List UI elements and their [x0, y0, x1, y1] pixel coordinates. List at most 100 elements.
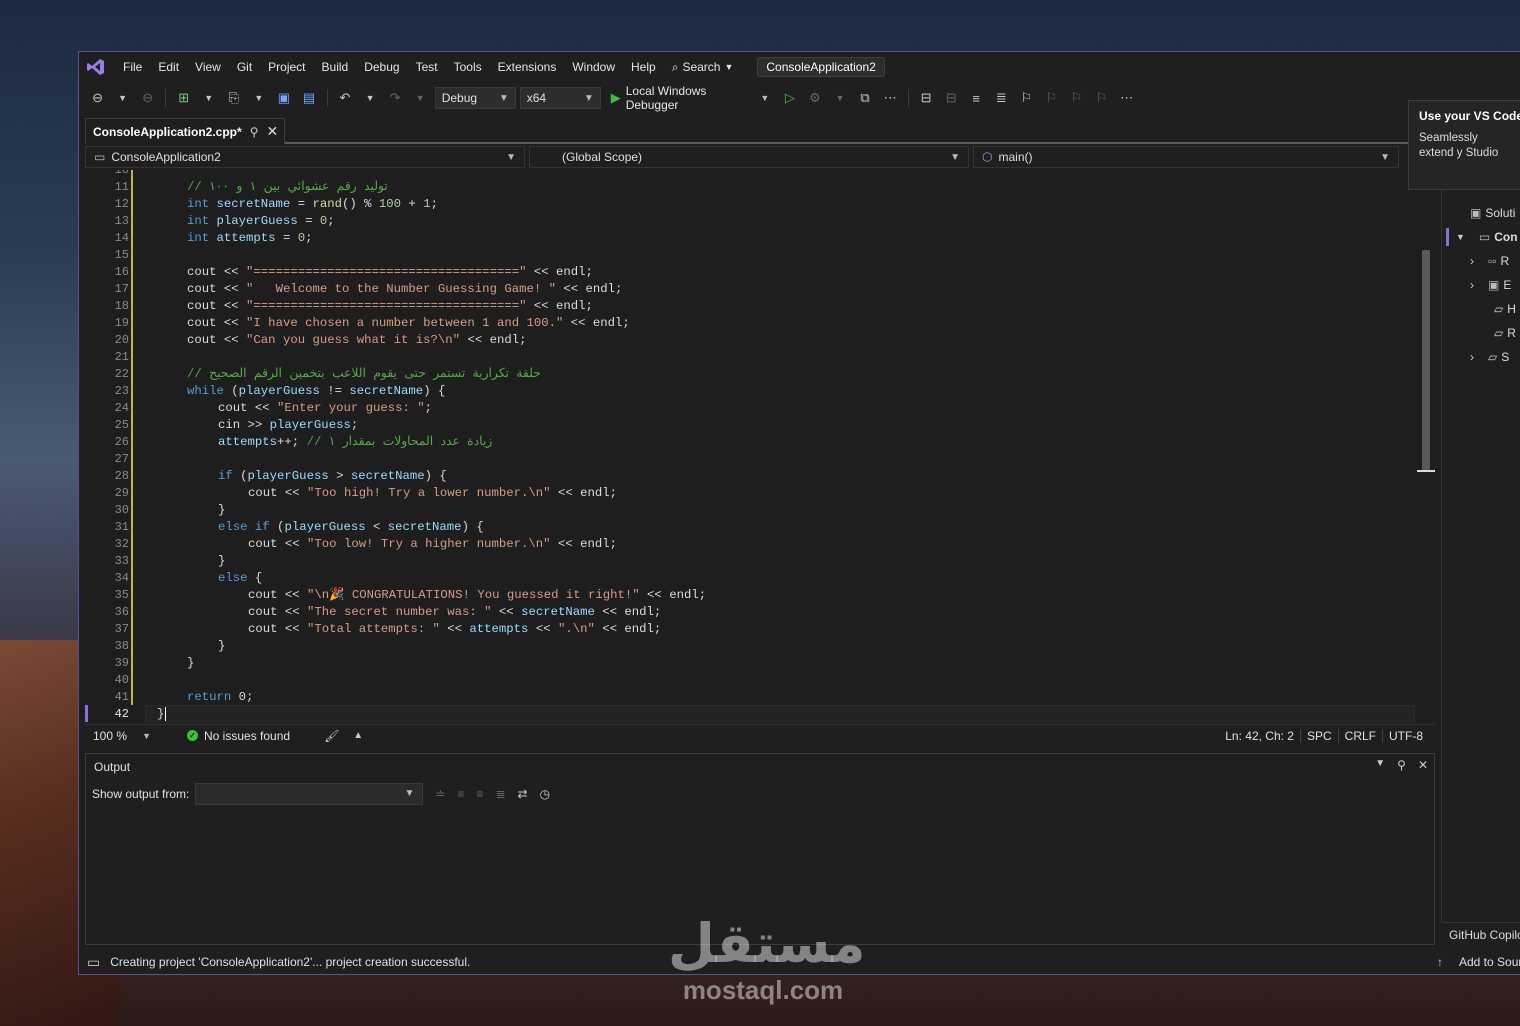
prev-message-icon[interactable]: ≡	[457, 787, 464, 801]
vertical-scrollbar[interactable]	[1417, 170, 1435, 472]
open-file-icon[interactable]: ⎘	[223, 87, 244, 109]
menu-view[interactable]: View	[187, 52, 229, 82]
external-deps-node[interactable]: › ▣ E	[1470, 278, 1511, 292]
chevron-down-icon[interactable]: ▼	[1375, 758, 1385, 772]
code-line-39: }	[187, 655, 194, 672]
code-token: }	[218, 503, 226, 517]
code-token: << endl;	[563, 316, 630, 330]
line-ending[interactable]: CRLF	[1337, 729, 1382, 743]
forward-icon[interactable]: ⊖	[137, 87, 158, 109]
menu-window[interactable]: Window	[564, 52, 623, 82]
line-number: 16	[114, 265, 129, 279]
hot-reload-icon[interactable]: ⚙	[804, 87, 825, 109]
indent-icon[interactable]: ≣	[991, 87, 1012, 109]
file-encoding[interactable]: UTF-8	[1382, 729, 1429, 743]
references-node[interactable]: › ▫▫ R	[1470, 254, 1509, 268]
clear-bookmarks-icon[interactable]: ⚐	[1091, 87, 1112, 109]
github-copilot-button[interactable]: GitHub Copilo	[1441, 922, 1520, 946]
pin-icon[interactable]: ⚲	[250, 125, 259, 139]
outdent-icon[interactable]: ≡	[966, 87, 987, 109]
menu-build[interactable]: Build	[314, 52, 357, 82]
clock-icon[interactable]: ◷	[540, 787, 550, 801]
code-token: <	[365, 520, 388, 534]
bookmark-icon[interactable]: ⚐	[1016, 87, 1037, 109]
chevron-up-icon[interactable]: ▲	[353, 730, 363, 741]
output-title: Output	[94, 760, 131, 774]
code-editor[interactable]: 10 11 12 13 14 15 16 17 18 19 20 21 22 2…	[85, 170, 1435, 722]
code-line-22: // حلقة تكرارية تستمر حتى يقوم اللاعب بت…	[187, 366, 541, 383]
word-wrap-icon[interactable]: ⇄	[518, 787, 528, 801]
output-source-select[interactable]: ▼	[195, 783, 424, 805]
code-cleanup-icon[interactable]: 🖌	[324, 729, 339, 743]
line-number: 19	[114, 316, 129, 330]
menu-project[interactable]: Project	[260, 52, 313, 82]
menu-git[interactable]: Git	[229, 52, 260, 82]
visual-studio-logo-icon[interactable]	[85, 56, 107, 78]
chevron-down-icon[interactable]: ▼	[112, 87, 133, 109]
chevron-down-icon[interactable]: ▼	[198, 87, 219, 109]
browse-icon[interactable]: ⧉	[854, 87, 875, 109]
configuration-select[interactable]: Debug ▼	[434, 87, 516, 109]
search-button[interactable]: ⌕ Search ▼	[664, 60, 742, 75]
issues-indicator[interactable]: ✓ No issues found	[187, 729, 290, 743]
undo-icon[interactable]: ↶	[334, 87, 355, 109]
menu-file[interactable]: File	[115, 52, 150, 82]
close-icon[interactable]: ✕	[266, 123, 278, 140]
resource-files-node[interactable]: ▱ R	[1494, 326, 1516, 340]
clear-all-icon[interactable]: ≣	[495, 787, 505, 801]
chevron-down-icon[interactable]: ▼	[360, 87, 381, 109]
next-message-icon[interactable]: ≡	[476, 787, 483, 801]
pin-icon[interactable]: ⚲	[1397, 758, 1406, 772]
line-number: 25	[114, 418, 129, 432]
save-all-icon[interactable]: ▤	[298, 87, 319, 109]
source-files-node[interactable]: › ▱ S	[1470, 350, 1509, 364]
menu-tools[interactable]: Tools	[446, 52, 490, 82]
more-icon[interactable]: ⋯	[880, 87, 901, 109]
platform-select[interactable]: x64 ▼	[519, 87, 601, 109]
back-icon[interactable]: ⊖	[87, 87, 108, 109]
code-line-33: }	[218, 553, 225, 570]
member-dropdown[interactable]: ⬡ main() ▼	[973, 146, 1399, 168]
prev-bookmark-icon[interactable]: ⚐	[1041, 87, 1062, 109]
comment-icon[interactable]: ⊟	[916, 87, 937, 109]
start-debugging-button[interactable]: ▶ Local Windows Debugger ▼	[605, 84, 776, 112]
arrow-up-icon[interactable]: ↑	[1437, 955, 1443, 969]
chevron-down-icon: ▼	[583, 92, 594, 104]
current-line-highlight	[145, 705, 1415, 722]
close-icon[interactable]: ✕	[1418, 758, 1428, 772]
chevron-down-icon[interactable]: ▼	[829, 87, 850, 109]
scrollbar-thumb[interactable]	[1422, 250, 1430, 470]
project-label: Con	[1494, 230, 1518, 244]
new-item-icon[interactable]: ⊞	[173, 87, 194, 109]
find-message-icon[interactable]: ≐	[435, 787, 445, 801]
vscode-notification-toast[interactable]: Use your VS Code C Seamlessly extend y S…	[1408, 100, 1520, 190]
uncomment-icon[interactable]: ⊟	[941, 87, 962, 109]
code-token: else	[218, 520, 248, 534]
notifications-icon[interactable]: ▭	[87, 954, 100, 971]
menu-help[interactable]: Help	[623, 52, 664, 82]
scope-dropdown-value: (Global Scope)	[562, 150, 643, 164]
toast-body: Seamlessly extend y Studio	[1419, 132, 1499, 159]
start-without-debugging-icon[interactable]: ▷	[779, 87, 800, 109]
menu-debug[interactable]: Debug	[356, 52, 407, 82]
solution-node[interactable]: ▣ Soluti	[1470, 206, 1515, 220]
code-token: ) {	[461, 520, 484, 534]
menu-edit[interactable]: Edit	[150, 52, 187, 82]
redo-icon[interactable]: ↷	[385, 87, 406, 109]
save-icon[interactable]: ▣	[273, 87, 294, 109]
scope-dropdown[interactable]: (Global Scope) ▼	[529, 146, 969, 168]
whitespace-mode[interactable]: SPC	[1299, 729, 1338, 743]
cursor-position[interactable]: Ln: 42, Ch: 2	[1219, 729, 1300, 743]
zoom-select[interactable]: 100 % ▼	[87, 727, 157, 745]
header-files-node[interactable]: ▱ H	[1494, 302, 1516, 316]
menu-test[interactable]: Test	[408, 52, 446, 82]
tab-consoleapplication2-cpp[interactable]: ConsoleApplication2.cpp* ⚲ ✕	[85, 118, 285, 144]
project-node[interactable]: ▼ ▭ Con	[1456, 230, 1518, 244]
more-icon[interactable]: ⋯	[1116, 87, 1137, 109]
menu-extensions[interactable]: Extensions	[490, 52, 565, 82]
chevron-down-icon[interactable]: ▼	[410, 87, 431, 109]
add-to-source-control-button[interactable]: Add to Sour	[1459, 955, 1520, 969]
project-dropdown[interactable]: ▭ ConsoleApplication2 ▼	[85, 146, 525, 168]
next-bookmark-icon[interactable]: ⚐	[1066, 87, 1087, 109]
chevron-down-icon[interactable]: ▼	[248, 87, 269, 109]
